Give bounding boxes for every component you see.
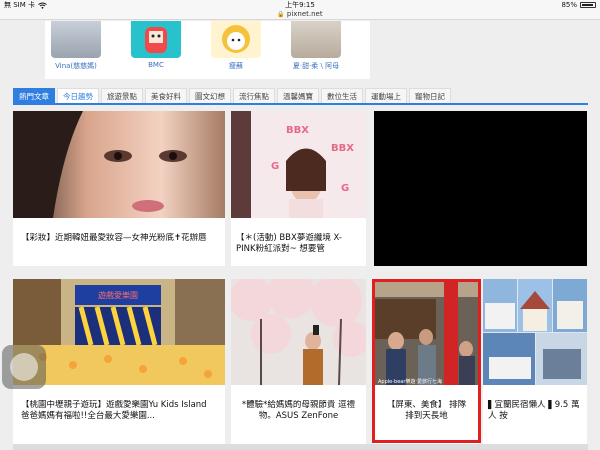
assistive-touch-button[interactable] [2,345,46,389]
battery-icon [580,2,596,8]
article-thumbnail [231,279,366,385]
event-photo: BBX BBX G G [231,111,366,218]
article-title[interactable]: 【＊(活動) BBX夢遊纖境 X-PINK粉紅派對~ 想要管 [231,233,366,257]
blogger-card[interactable]: 夏‧甜‧柔 \ 阿母 [287,21,345,76]
article-thumbnail [483,279,587,385]
article-thumbnail: BBX BBX G G [231,111,366,218]
cartoon-avatar-icon [222,25,250,53]
cartoon-avatar-icon [145,27,167,53]
blogger-name: 夏‧甜‧柔 \ 阿母 [292,62,340,70]
svg-text:BBX: BBX [331,143,354,154]
status-bar: 無 SIM 卡 上午9:15 85% [0,0,600,10]
address-host: pixnet.net [286,10,323,18]
article-card[interactable]: *體驗*給媽媽的母親節貴 逗禮物。ASUS ZenFone [231,279,366,444]
battery-percent: 85% [561,1,577,9]
avatar [51,21,101,58]
avatar [131,21,181,58]
bnb-collage-photo [483,279,587,385]
category-tabs: 熱門文章 今日趨勢 旅遊景點 美食好料 圖文幻想 流行焦點 溫馨媽寶 數位生活 … [13,88,588,105]
avatar [291,21,341,58]
blogger-name: 瘦蘇 [229,62,243,70]
article-title[interactable]: 【桃園中壢親子遊玩】遊戲愛樂園Yu Kids Island 爸爸媽媽有福啦!!全… [13,400,225,424]
cherry-blossom-photo [231,279,366,385]
blogger-name: Vina(慈慈媽) [55,62,97,70]
selection-highlight [372,279,481,443]
tab-sports[interactable]: 運動場上 [365,88,407,103]
tab-illustration[interactable]: 圖文幻想 [189,88,231,103]
article-card[interactable]: ▌宜蘭民宿懶人 ▌9.5 萬人 按 [483,279,587,444]
article-title[interactable]: ▌宜蘭民宿懶人 ▌9.5 萬人 按 [483,400,587,424]
featured-bloggers: Vina(慈慈媽) BMC 瘦蘇 夏‧甜‧柔 \ 阿母 [45,21,370,79]
article-card[interactable]: BBX BBX G G 【＊(活動) BBX夢遊纖境 X-PINK粉紅派對~ 想… [231,111,366,266]
tab-today-trend[interactable]: 今日趨勢 [57,88,99,103]
status-right: 85% [561,0,596,10]
blogger-card[interactable]: BMC [127,21,185,76]
blogger-card[interactable]: Vina(慈慈媽) [47,21,105,76]
video-placeholder[interactable] [374,111,587,266]
lock-icon: 🔒 [277,11,285,18]
svg-text:G: G [271,161,279,172]
svg-text:G: G [341,183,349,194]
status-time: 上午9:15 [285,1,315,9]
playground-sign-text: 遊戲愛樂園 [98,290,138,300]
tab-pets[interactable]: 寵物日記 [409,88,451,103]
tab-food[interactable]: 美食好料 [145,88,187,103]
tab-fashion[interactable]: 流行焦點 [233,88,275,103]
makeup-photo [13,111,225,218]
article-thumbnail [13,111,225,218]
article-card[interactable]: 【彩妝】近期韓妞最愛妝容—女神光粉底✝花辦唇 [13,111,225,266]
blogger-name: BMC [148,61,164,69]
article-title[interactable]: *體驗*給媽媽的母親節貴 逗禮物。ASUS ZenFone [231,400,366,424]
blogger-card[interactable]: 瘦蘇 [207,21,265,76]
tab-parenting[interactable]: 溫馨媽寶 [277,88,319,103]
tab-travel[interactable]: 旅遊景點 [101,88,143,103]
next-row-peek [13,444,588,450]
tab-hot-articles[interactable]: 熱門文章 [13,88,55,103]
avatar [211,21,261,58]
tab-digital[interactable]: 數位生活 [321,88,363,103]
svg-text:BBX: BBX [286,125,309,136]
address-bar[interactable]: 🔒 pixnet.net [0,10,600,20]
article-title[interactable]: 【彩妝】近期韓妞最愛妝容—女神光粉底✝花辦唇 [13,233,225,257]
